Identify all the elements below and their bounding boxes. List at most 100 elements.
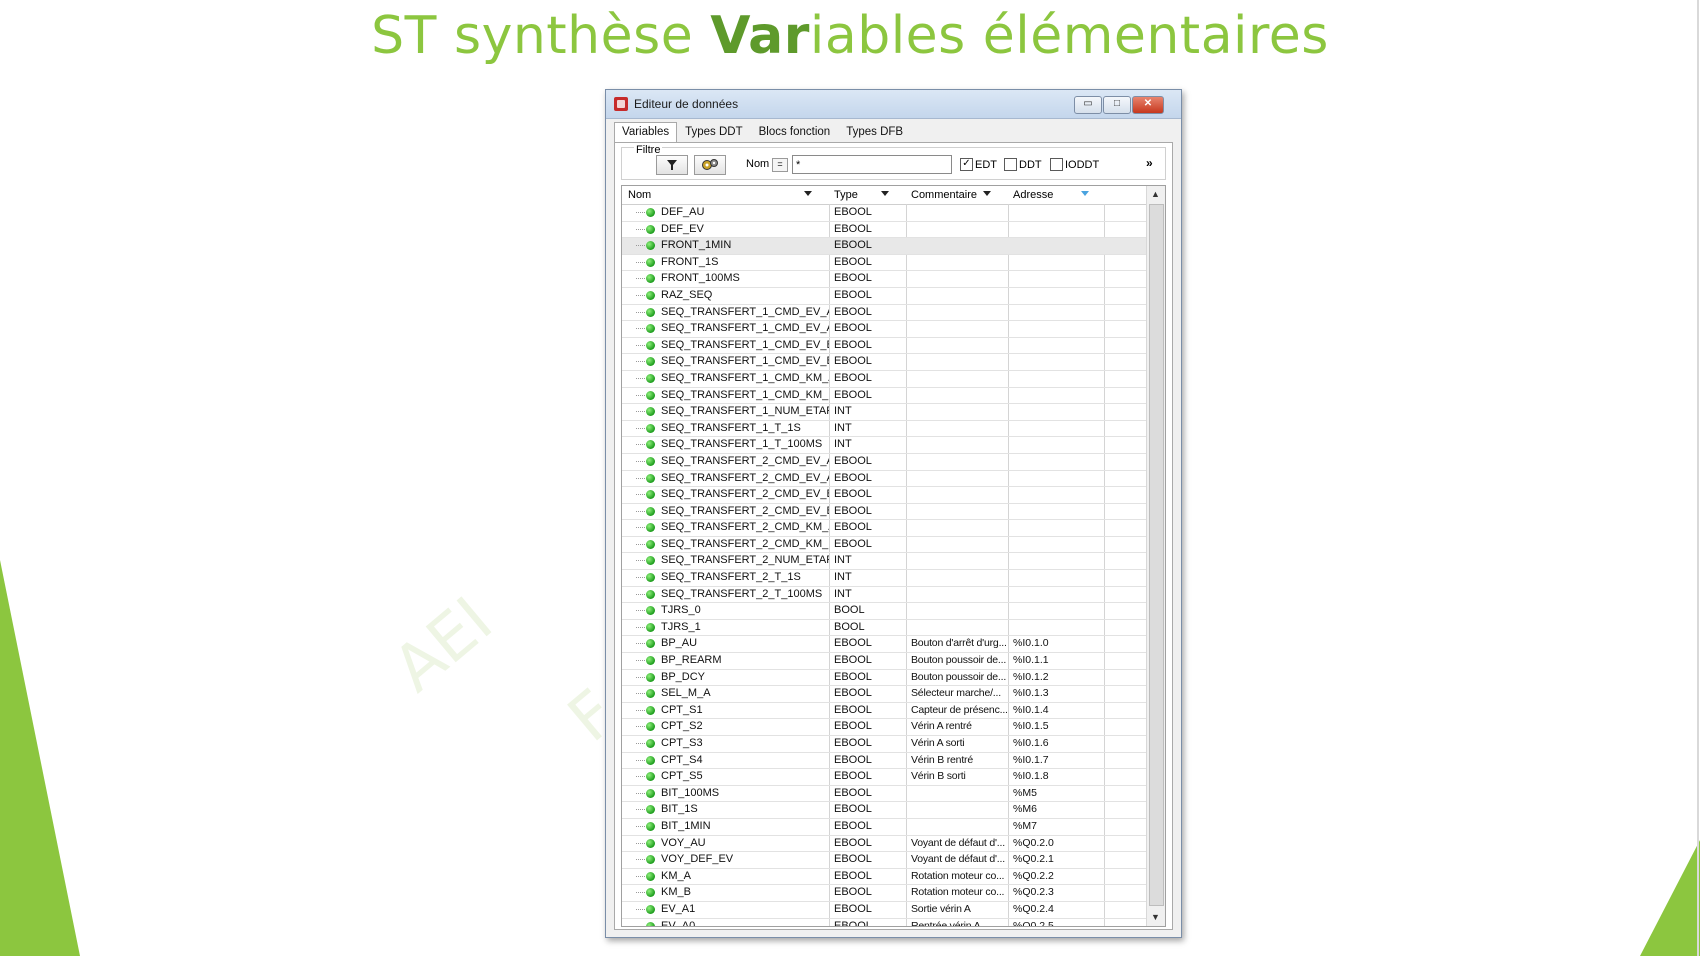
table-row[interactable]: SEQ_TRANSFERT_1_CMD_EV_B1 EBOOL [622, 354, 1146, 371]
cell-comment[interactable]: Vérin A rentré [911, 720, 1007, 732]
scrollbar-thumb[interactable] [1149, 204, 1164, 906]
table-row[interactable]: CPT_S2 EBOOL Vérin A rentré %I0.1.5 [622, 719, 1146, 736]
sort-indicator-icon[interactable] [1081, 191, 1089, 196]
cell-address[interactable]: %Q0.2.3 [1013, 886, 1103, 898]
cell-name[interactable]: CPT_S4 [661, 754, 829, 766]
tab-blocs-fonction[interactable]: Blocs fonction [751, 122, 839, 142]
cell-name[interactable]: SEQ_TRANSFERT_1_T_100MS [661, 438, 829, 450]
table-row[interactable]: SEQ_TRANSFERT_1_T_1S INT [622, 421, 1146, 438]
tab-types-ddt[interactable]: Types DDT [677, 122, 751, 142]
table-row[interactable]: TJRS_1 BOOL [622, 620, 1146, 637]
cell-address[interactable]: %I0.1.6 [1013, 737, 1103, 749]
table-row[interactable]: SEQ_TRANSFERT_1_CMD_KM_B EBOOL [622, 388, 1146, 405]
table-row[interactable]: RAZ_SEQ EBOOL [622, 288, 1146, 305]
cell-type[interactable]: EBOOL [834, 687, 904, 699]
table-row[interactable]: SEQ_TRANSFERT_2_T_1S INT [622, 570, 1146, 587]
cell-name[interactable]: SEQ_TRANSFERT_2_CMD_EV_B1 [661, 505, 829, 517]
scroll-down-icon[interactable]: ▼ [1151, 912, 1160, 922]
cell-type[interactable]: INT [834, 554, 904, 566]
cell-type[interactable]: EBOOL [834, 903, 904, 915]
table-row[interactable]: SEQ_TRANSFERT_2_NUM_ETAPE INT [622, 553, 1146, 571]
cell-comment[interactable]: Vérin B rentré [911, 754, 1007, 766]
cell-address[interactable]: %I0.1.2 [1013, 671, 1103, 683]
cell-type[interactable]: EBOOL [834, 538, 904, 550]
cell-name[interactable]: CPT_S5 [661, 770, 829, 782]
cell-address[interactable]: %Q0.2.5 [1013, 920, 1103, 926]
cell-name[interactable]: KM_B [661, 886, 829, 898]
cell-comment[interactable]: Voyant de défaut d'... [911, 853, 1007, 865]
table-row[interactable]: SEQ_TRANSFERT_1_NUM_ETAPE INT [622, 404, 1146, 421]
cell-address[interactable]: %I0.1.0 [1013, 637, 1103, 649]
table-row[interactable]: SEQ_TRANSFERT_2_CMD_KM_A EBOOL [622, 520, 1146, 537]
cell-comment[interactable]: Capteur de présenc... [911, 704, 1007, 716]
chevron-down-icon[interactable] [881, 191, 889, 196]
cell-name[interactable]: VOY_AU [661, 837, 829, 849]
cell-name[interactable]: SEL_M_A [661, 687, 829, 699]
cell-name[interactable]: FRONT_100MS [661, 272, 829, 284]
window-titlebar[interactable]: Editeur de données ▭ □ ✕ [606, 90, 1181, 119]
cell-name[interactable]: SEQ_TRANSFERT_2_CMD_KM_A [661, 521, 829, 533]
cell-name[interactable]: SEQ_TRANSFERT_2_NUM_ETAPE [661, 554, 829, 566]
cell-type[interactable]: EBOOL [834, 223, 904, 235]
cell-name[interactable]: CPT_S1 [661, 704, 829, 716]
cell-comment[interactable]: Rotation moteur co... [911, 886, 1007, 898]
cell-type[interactable]: EBOOL [834, 671, 904, 683]
table-row[interactable]: SEQ_TRANSFERT_2_CMD_KM_B EBOOL [622, 537, 1146, 554]
column-header-commentaire[interactable]: Commentaire [911, 189, 977, 201]
checkbox-ddt[interactable]: DDT [1004, 158, 1042, 171]
filter-button[interactable] [656, 155, 688, 175]
settings-button[interactable] [694, 155, 726, 175]
cell-comment[interactable]: Voyant de défaut d'... [911, 837, 1007, 849]
cell-name[interactable]: BIT_100MS [661, 787, 829, 799]
cell-type[interactable]: EBOOL [834, 306, 904, 318]
cell-name[interactable]: SEQ_TRANSFERT_1_NUM_ETAPE [661, 405, 829, 417]
cell-name[interactable]: EV_A1 [661, 903, 829, 915]
cell-address[interactable]: %I0.1.4 [1013, 704, 1103, 716]
table-row[interactable]: VOY_AU EBOOL Voyant de défaut d'... %Q0.2.0 [622, 836, 1146, 853]
cell-name[interactable]: DEF_EV [661, 223, 829, 235]
cell-type[interactable]: EBOOL [834, 472, 904, 484]
table-row[interactable]: SEQ_TRANSFERT_2_CMD_EV_B0 EBOOL [622, 487, 1146, 504]
cell-address[interactable]: %M7 [1013, 820, 1103, 832]
cell-name[interactable]: VOY_DEF_EV [661, 853, 829, 865]
cell-type[interactable]: EBOOL [834, 920, 904, 926]
cell-type[interactable]: EBOOL [834, 505, 904, 517]
table-row[interactable]: FRONT_1S EBOOL [622, 255, 1146, 272]
cell-name[interactable]: BIT_1S [661, 803, 829, 815]
table-row[interactable]: BIT_1MIN EBOOL %M7 [622, 819, 1146, 836]
chevron-down-icon[interactable] [804, 191, 812, 196]
cell-type[interactable]: EBOOL [834, 206, 904, 218]
cell-address[interactable]: %Q0.2.4 [1013, 903, 1103, 915]
table-row[interactable]: CPT_S1 EBOOL Capteur de présenc... %I0.1.4 [622, 703, 1146, 720]
table-row[interactable]: BIT_1S EBOOL %M6 [622, 802, 1146, 819]
cell-type[interactable]: EBOOL [834, 820, 904, 832]
cell-type[interactable]: EBOOL [834, 870, 904, 882]
cell-type[interactable]: EBOOL [834, 322, 904, 334]
cell-type[interactable]: EBOOL [834, 272, 904, 284]
maximize-button[interactable]: □ [1103, 96, 1131, 114]
equals-operator-button[interactable]: = [772, 158, 788, 172]
cell-address[interactable]: %Q0.2.2 [1013, 870, 1103, 882]
cell-type[interactable]: INT [834, 588, 904, 600]
minimize-button[interactable]: ▭ [1074, 96, 1102, 114]
cell-type[interactable]: BOOL [834, 621, 904, 633]
cell-name[interactable]: SEQ_TRANSFERT_1_CMD_EV_B1 [661, 355, 829, 367]
checkbox-edt-box[interactable]: ✓ [960, 158, 973, 171]
cell-name[interactable]: BIT_1MIN [661, 820, 829, 832]
cell-name[interactable]: SEQ_TRANSFERT_2_CMD_EV_A0 [661, 455, 829, 467]
table-row[interactable]: BIT_100MS EBOOL %M5 [622, 786, 1146, 803]
cell-type[interactable]: BOOL [834, 604, 904, 616]
table-row[interactable]: BP_DCY EBOOL Bouton poussoir de... %I0.1.2 [622, 670, 1146, 687]
checkbox-ioddt-box[interactable] [1050, 158, 1063, 171]
cell-type[interactable]: EBOOL [834, 720, 904, 732]
table-row[interactable]: SEQ_TRANSFERT_2_CMD_EV_A1 EBOOL [622, 471, 1146, 488]
table-row[interactable]: BP_AU EBOOL Bouton d'arrêt d'urg... %I0.1.0 [622, 636, 1146, 654]
table-row[interactable]: SEL_M_A EBOOL Sélecteur marche/... %I0.1.3 [622, 686, 1146, 703]
cell-name[interactable]: SEQ_TRANSFERT_2_CMD_EV_B0 [661, 488, 829, 500]
table-row[interactable]: SEQ_TRANSFERT_2_CMD_EV_A0 EBOOL [622, 454, 1146, 471]
checkbox-ddt-box[interactable] [1004, 158, 1017, 171]
cell-name[interactable]: CPT_S2 [661, 720, 829, 732]
cell-type[interactable]: EBOOL [834, 521, 904, 533]
cell-name[interactable]: SEQ_TRANSFERT_1_CMD_KM_A [661, 372, 829, 384]
table-row[interactable]: FRONT_100MS EBOOL [622, 271, 1146, 288]
